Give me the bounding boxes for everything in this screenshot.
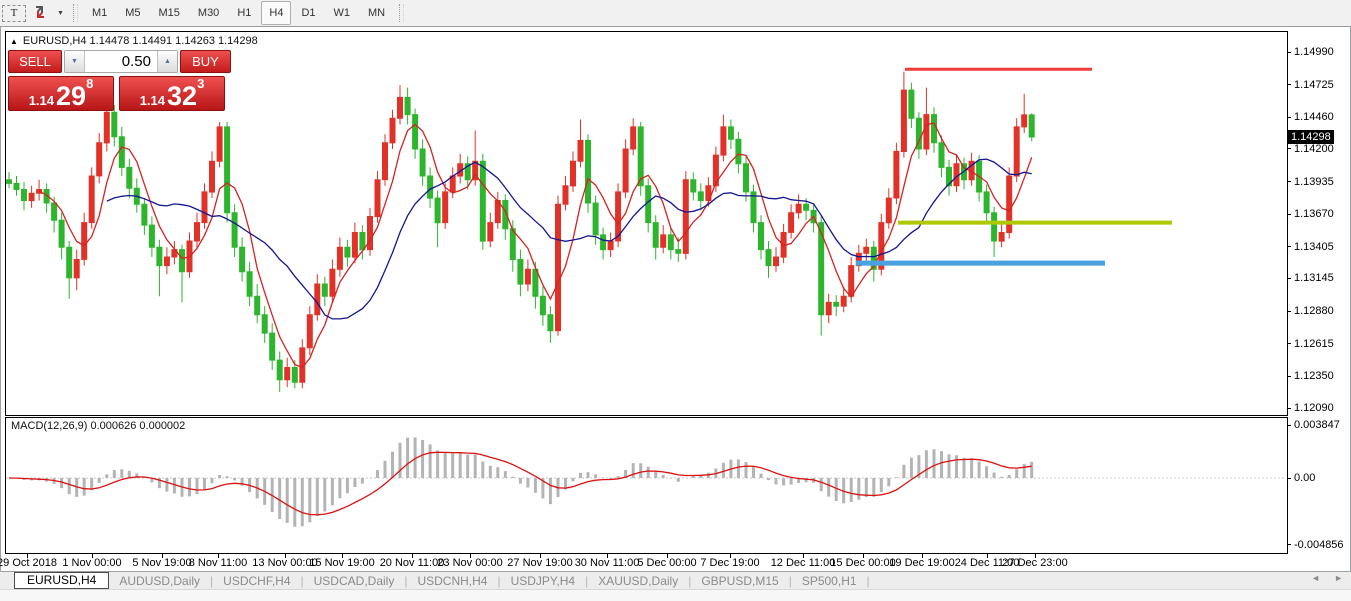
double-arrow-icon (32, 4, 48, 23)
bear-candle-wicks (9, 83, 1032, 392)
tab-gbpusd-m15[interactable]: GBPUSD,M15 (691, 574, 788, 588)
date-label: 27 Dec 23:00 (990, 557, 1080, 569)
timeframe-button-d1[interactable]: D1 (293, 1, 323, 25)
tab-usdchf-h4[interactable]: USDCHF,H4 (213, 574, 300, 588)
macd-axis-label: 0.003847 (1294, 419, 1340, 431)
price-axis-tick (1287, 343, 1291, 344)
app-toolbar: T ▼ M1M5M15M30H1H4D1W1MN (0, 0, 1351, 27)
toolbar-separator (399, 4, 404, 22)
price-axis-label: 1.13935 (1294, 176, 1334, 188)
volume-input[interactable] (85, 51, 157, 72)
timeframe-button-mn[interactable]: MN (360, 1, 393, 25)
tab-separator: | (867, 574, 870, 588)
ask-price-prefix: 1.14 (140, 93, 165, 108)
price-axis-tick (1287, 148, 1291, 149)
collapse-triangle-icon[interactable]: ▲ (10, 37, 18, 46)
macd-axis-tick (1287, 544, 1291, 545)
timeframe-button-h4[interactable]: H4 (261, 1, 291, 25)
price-axis-tick (1287, 311, 1291, 312)
timeframe-button-m15[interactable]: M15 (151, 1, 188, 25)
price-axis-tick (1287, 52, 1291, 53)
tab-usdjpy-h4[interactable]: USDJPY,H4 (501, 574, 585, 588)
timeframe-group: M1M5M15M30H1H4D1W1MN (83, 1, 394, 25)
price-axis-tick (1287, 376, 1291, 377)
tab-audusd-daily[interactable]: AUDUSD,Daily (109, 574, 210, 588)
toolbar-separator (73, 4, 78, 22)
tab-scroll-left-icon[interactable]: ◄ (1311, 573, 1320, 583)
macd-axis-label: 0.00 (1294, 472, 1315, 484)
timeframe-button-m30[interactable]: M30 (190, 1, 227, 25)
status-strip (0, 589, 1351, 601)
bull-candle-bodies (29, 90, 1027, 382)
macd-indicator-label: MACD(12,26,9) 0.000626 0.000002 (11, 420, 185, 432)
ask-price-sup: 3 (197, 79, 204, 89)
macd-indicator-pane[interactable] (5, 417, 1288, 554)
timeframe-button-m1[interactable]: M1 (84, 1, 115, 25)
ask-price-box[interactable]: 1.14 32 3 (119, 76, 225, 111)
ma-slow-line (107, 159, 1032, 319)
macd-axis-label: -0.004856 (1294, 539, 1344, 551)
bull-candle-wicks (32, 72, 1025, 389)
chart-title-text: EURUSD,H4 1.14478 1.14491 1.14263 1.1429… (23, 35, 258, 47)
tab-xauusd-daily[interactable]: XAUUSD,Daily (588, 574, 688, 588)
bid-price-sup: 8 (86, 79, 93, 89)
chart-title: ▲ EURUSD,H4 1.14478 1.14491 1.14263 1.14… (10, 35, 258, 47)
ask-price-big: 32 (167, 84, 197, 108)
tab-eurusd-h4[interactable]: EURUSD,H4 (14, 572, 109, 589)
macd-histogram (9, 437, 1032, 526)
price-axis-label: 1.12880 (1294, 305, 1334, 317)
price-axis-label: 1.12350 (1294, 370, 1334, 382)
cursor-tool-button[interactable] (28, 4, 52, 22)
current-price-badge: 1.14298 (1288, 130, 1334, 144)
tab-scroll-buttons: ◄ ► (1311, 573, 1343, 583)
price-axis-label: 1.14200 (1294, 143, 1334, 155)
timeframe-button-m5[interactable]: M5 (117, 1, 148, 25)
price-axis-label: 1.12090 (1294, 402, 1334, 414)
macd-canvas[interactable] (6, 418, 1287, 553)
timeframe-button-h1[interactable]: H1 (229, 1, 259, 25)
sell-button[interactable]: SELL (8, 50, 62, 73)
price-axis-tick (1287, 181, 1291, 182)
one-click-trading-panel: SELL ▼ ▲ BUY 1.14 29 8 1.14 32 3 (8, 50, 231, 111)
bid-price-prefix: 1.14 (29, 93, 54, 108)
price-axis-tick (1287, 117, 1291, 118)
tab-usdcnh-h4[interactable]: USDCNH,H4 (407, 574, 497, 588)
tab-usdcad-daily[interactable]: USDCAD,Daily (304, 574, 405, 588)
price-axis-label: 1.14460 (1294, 111, 1334, 123)
price-axis-label: 1.13670 (1294, 208, 1334, 220)
price-axis-label: 1.13145 (1294, 272, 1334, 284)
macd-axis-tick (1287, 478, 1291, 479)
price-axis-tick (1287, 246, 1291, 247)
price-axis-tick (1287, 278, 1291, 279)
price-axis-label: 1.13405 (1294, 241, 1334, 253)
volume-increase-button[interactable]: ▲ (157, 51, 177, 72)
price-axis-tick (1287, 84, 1291, 85)
volume-decrease-button[interactable]: ▼ (65, 51, 85, 72)
buy-button[interactable]: BUY (180, 50, 231, 73)
chart-tab-bar: EURUSD,H4AUDUSD,Daily|USDCHF,H4|USDCAD,D… (0, 571, 1351, 589)
price-axis-label: 1.14990 (1294, 46, 1334, 58)
volume-stepper: ▼ ▲ (64, 50, 178, 73)
tab-sp500-h1[interactable]: SP500,H1 (792, 574, 867, 588)
text-tool-button[interactable]: T (2, 5, 26, 22)
cursor-tool-dropdown-caret-icon[interactable]: ▼ (54, 4, 67, 22)
macd-axis-tick (1287, 425, 1291, 426)
price-axis-tick (1287, 408, 1291, 409)
bid-price-big: 29 (56, 84, 86, 108)
price-axis-label: 1.14725 (1294, 79, 1334, 91)
timeframe-button-w1[interactable]: W1 (326, 1, 359, 25)
price-axis-tick (1287, 214, 1291, 215)
tab-scroll-right-icon[interactable]: ► (1334, 573, 1343, 583)
bid-price-box[interactable]: 1.14 29 8 (8, 76, 114, 111)
price-axis-label: 1.12615 (1294, 338, 1334, 350)
